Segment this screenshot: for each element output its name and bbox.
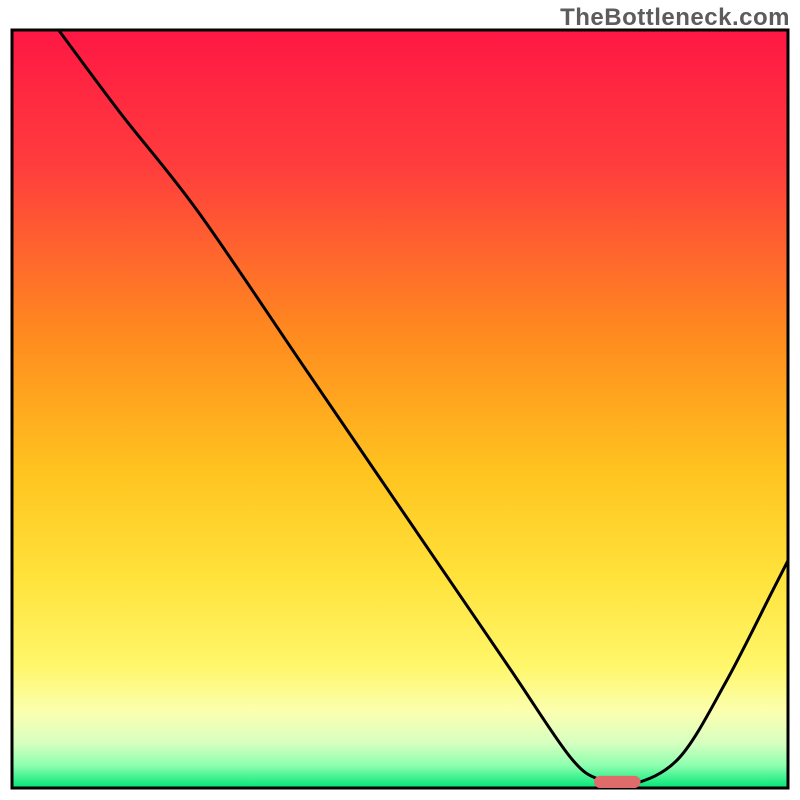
chart-container: { "watermark": "TheBottleneck.com", "cha…: [0, 0, 800, 800]
optimal-marker: [594, 776, 641, 788]
gradient-background: [12, 30, 788, 788]
chart-svg: [0, 0, 800, 800]
watermark-text: TheBottleneck.com: [560, 4, 790, 32]
